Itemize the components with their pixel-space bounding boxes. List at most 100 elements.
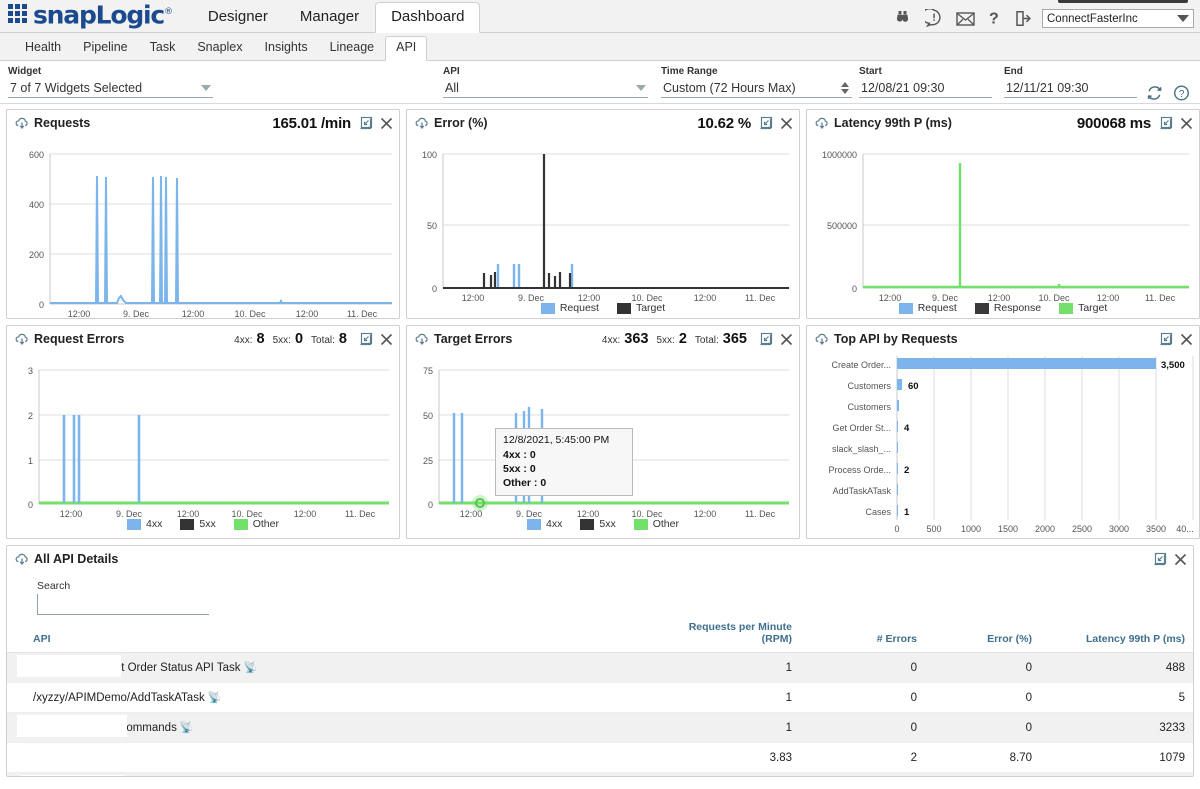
svg-text:12:00: 12:00 [296, 309, 319, 318]
refresh-icon[interactable] [1146, 85, 1163, 101]
chevron-down-icon [636, 85, 646, 91]
target-errors-stats: 4xx: 363 5xx: 2 Total: 365 [602, 331, 751, 347]
expand-icon[interactable] [1153, 552, 1167, 566]
cell-error-pct: 0 [927, 712, 1042, 743]
close-icon[interactable] [380, 117, 393, 130]
top-api-chart[interactable]: Create Order... Customers Customers Get … [807, 352, 1199, 534]
table-row[interactable]: Ultra_Project/Create Order API Task📡 152… [7, 772, 1193, 776]
cell-errors: 0 [802, 682, 927, 713]
legend-item-4xx[interactable]: 4xx [127, 518, 162, 530]
rss-icon[interactable]: 📡 [208, 692, 222, 704]
cell-api[interactable]: /Ultra_Project/Get Order Status API Task… [7, 652, 627, 683]
tab-lineage[interactable]: Lineage [319, 36, 386, 60]
tab-task[interactable]: Task [139, 36, 187, 60]
help-icon[interactable]: ? [988, 9, 1002, 28]
expand-icon[interactable] [359, 116, 373, 130]
expand-icon[interactable] [759, 116, 773, 130]
snaplogic-logo[interactable]: snapLogic® [0, 0, 173, 32]
widget-requests: Requests 165.01 /min 600 400 200 0 12:00… [6, 109, 400, 319]
cell-latency: 1079 [1042, 742, 1193, 773]
tab-snaplex[interactable]: Snaplex [186, 36, 253, 60]
cell-api[interactable]: /xyzzy/APIMDemo/AddTaskATask 📡 [7, 682, 627, 713]
app-grid-icon[interactable] [8, 3, 27, 23]
org-selector[interactable]: ConnectFasterInc [1042, 9, 1194, 28]
legend-item-request[interactable]: Request [540, 302, 599, 314]
col-rpm[interactable]: Requests per Minute (RPM) [627, 615, 802, 653]
legend-item-target[interactable]: Target [1059, 302, 1107, 314]
nav-designer[interactable]: Designer [192, 2, 284, 32]
tab-pipeline[interactable]: Pipeline [72, 36, 138, 60]
target-errors-chart[interactable]: 75 50 25 0 12:00 9. Dec 12:00 10. Dec 12… [407, 352, 799, 530]
expand-icon[interactable] [359, 332, 373, 346]
legend-item-response[interactable]: Response [974, 302, 1042, 314]
nav-manager[interactable]: Manager [284, 2, 375, 32]
tab-health[interactable]: Health [14, 36, 72, 60]
time-range-select[interactable]: Custom (72 Hours Max) [661, 79, 852, 98]
col-errors[interactable]: # Errors [802, 615, 927, 653]
close-icon[interactable] [780, 333, 793, 346]
legend-item-other[interactable]: Other [233, 518, 279, 530]
legend-item-request[interactable]: Request [898, 302, 957, 314]
api-filter-select[interactable]: All [443, 79, 648, 98]
close-icon[interactable] [1174, 553, 1187, 566]
expand-icon[interactable] [759, 332, 773, 346]
start-input[interactable]: 12/08/21 09:30 [859, 79, 992, 98]
api-filter: API All [443, 66, 648, 98]
help-circle-icon[interactable]: ? [1173, 85, 1190, 101]
legend-item-5xx[interactable]: 5xx [180, 518, 216, 530]
table-row[interactable]: ppy/slack_slash_commands📡 1 0 0 3233 [7, 712, 1193, 743]
expand-icon[interactable] [1159, 332, 1173, 346]
close-icon[interactable] [1180, 333, 1193, 346]
close-icon[interactable] [780, 117, 793, 130]
stat-value-5xx: 0 [294, 331, 304, 347]
widget-actions [359, 116, 393, 130]
table-row[interactable]: /Ultra_Project/Get Order Status API Task… [7, 652, 1193, 683]
legend-item-target[interactable]: Target [616, 302, 665, 314]
latency-chart[interactable]: 1000000 500000 0 12:00 9. Dec 12:00 10. … [807, 136, 1199, 314]
gridlines [442, 153, 789, 289]
svg-text:1000: 1000 [961, 524, 981, 534]
legend-swatch [180, 518, 195, 530]
col-api[interactable]: API [7, 615, 627, 653]
stepper-icon[interactable] [841, 82, 849, 94]
svg-text:60: 60 [908, 381, 919, 392]
requests-chart[interactable]: 600 400 200 0 12:00 9. Dec 12:00 10. Dec… [7, 136, 399, 318]
request-errors-chart[interactable]: 3 2 1 0 12:00 9. Dec 12:00 10. Dec 12:00… [7, 352, 399, 530]
error-chart[interactable]: 100 50 0 12:00 9. Dec 12:00 10. Dec 12:0… [407, 136, 799, 314]
col-latency[interactable]: Latency 99th P (ms) [1042, 615, 1193, 653]
legend-item-4xx[interactable]: 4xx [527, 518, 562, 530]
expand-icon[interactable] [1159, 116, 1173, 130]
legend-item-5xx[interactable]: 5xx [580, 518, 616, 530]
latency-kpi: 900068 ms [1076, 114, 1151, 132]
widget-all-api-details: All API Details Search API Requests per … [6, 545, 1194, 777]
end-input[interactable]: 12/11/21 09:30 [1004, 79, 1137, 98]
search-input[interactable] [37, 594, 209, 615]
svg-text:500000: 500000 [827, 221, 857, 231]
rss-icon[interactable]: 📡 [180, 722, 194, 734]
widget-filter-select[interactable]: 7 of 7 Widgets Selected [8, 79, 213, 98]
col-error-pct[interactable]: Error (%) [927, 615, 1042, 653]
nav-dashboard[interactable]: Dashboard [375, 2, 481, 33]
cell-api[interactable]: ppy/slack_slash_commands📡 [7, 712, 627, 743]
svg-text:1: 1 [904, 507, 910, 518]
svg-text:0: 0 [39, 300, 44, 310]
close-icon[interactable] [1180, 117, 1193, 130]
cell-api[interactable]: s/Customers📡 [7, 742, 627, 773]
close-icon[interactable] [380, 333, 393, 346]
filter-bar-actions: ? [1146, 85, 1190, 101]
table-row[interactable]: s/Customers📡 3.83 2 8.70 1079 [7, 742, 1193, 773]
table-row[interactable]: /xyzzy/APIMDemo/AddTaskATask 📡 1 0 0 5 [7, 682, 1193, 713]
rss-icon[interactable]: 📡 [244, 662, 258, 674]
legend-item-other[interactable]: Other [633, 518, 679, 530]
logout-icon[interactable] [1015, 10, 1032, 27]
legend-label: 5xx [199, 518, 216, 530]
cell-api[interactable]: Ultra_Project/Create Order API Task📡 [7, 772, 627, 776]
notifications-icon[interactable] [925, 9, 943, 27]
stat-key-4xx: 4xx: [234, 335, 253, 346]
tab-api[interactable]: API [385, 36, 428, 61]
svg-text:100: 100 [422, 150, 437, 160]
legend-label: Response [993, 302, 1042, 314]
binoculars-icon[interactable] [893, 10, 912, 27]
mail-icon[interactable] [956, 11, 975, 26]
tab-insights[interactable]: Insights [254, 36, 319, 60]
